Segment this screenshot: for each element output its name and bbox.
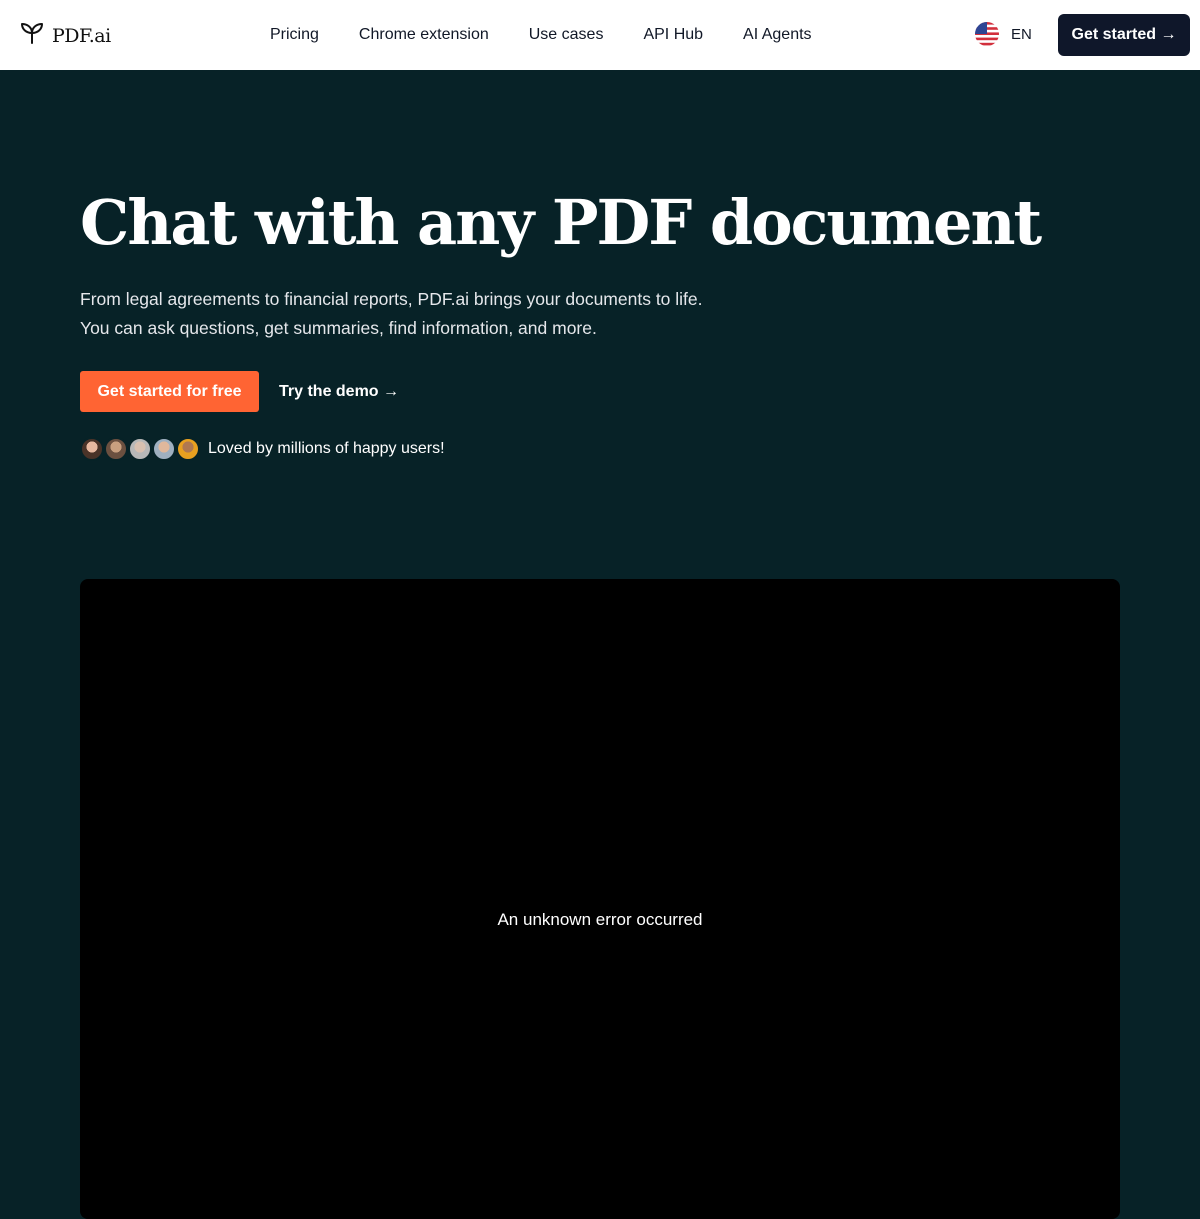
nav-link-pricing[interactable]: Pricing (250, 26, 339, 44)
avatar (104, 437, 128, 461)
avatar-stack (80, 437, 200, 461)
logo[interactable]: PDF.ai (20, 22, 111, 49)
hero-subtitle: From legal agreements to financial repor… (80, 285, 703, 343)
social-proof-text: Loved by millions of happy users! (208, 440, 445, 457)
language-selector[interactable]: EN (975, 22, 1032, 46)
nav-link-use-cases[interactable]: Use cases (509, 26, 624, 44)
nav-link-chrome-extension[interactable]: Chrome extension (339, 26, 509, 44)
top-nav: PDF.ai Pricing Chrome extension Use case… (0, 0, 1200, 70)
avatar (128, 437, 152, 461)
nav-link-api-hub[interactable]: API Hub (623, 26, 723, 44)
try-demo-link[interactable]: Try the demo → (279, 371, 399, 412)
us-flag-icon (975, 22, 999, 46)
logo-text: PDF.ai (52, 24, 111, 47)
social-proof: Loved by millions of happy users! (80, 437, 445, 461)
avatar (176, 437, 200, 461)
nav-link-ai-agents[interactable]: AI Agents (723, 26, 832, 44)
hero-subtitle-line-2: You can ask questions, get summaries, fi… (80, 318, 597, 338)
language-label: EN (1011, 25, 1032, 43)
hero-subtitle-line-1: From legal agreements to financial repor… (80, 289, 703, 309)
video-error-message: An unknown error occurred (497, 910, 703, 929)
demo-video-player[interactable]: An unknown error occurred (80, 579, 1120, 1219)
hero-title: Chat with any PDF document (80, 186, 1042, 259)
avatar (152, 437, 176, 461)
get-started-button[interactable]: Get started → (1058, 14, 1190, 56)
nav-links: Pricing Chrome extension Use cases API H… (250, 0, 832, 70)
sprout-logo-icon (20, 22, 44, 49)
get-started-free-button[interactable]: Get started for free (80, 371, 259, 412)
avatar (80, 437, 104, 461)
